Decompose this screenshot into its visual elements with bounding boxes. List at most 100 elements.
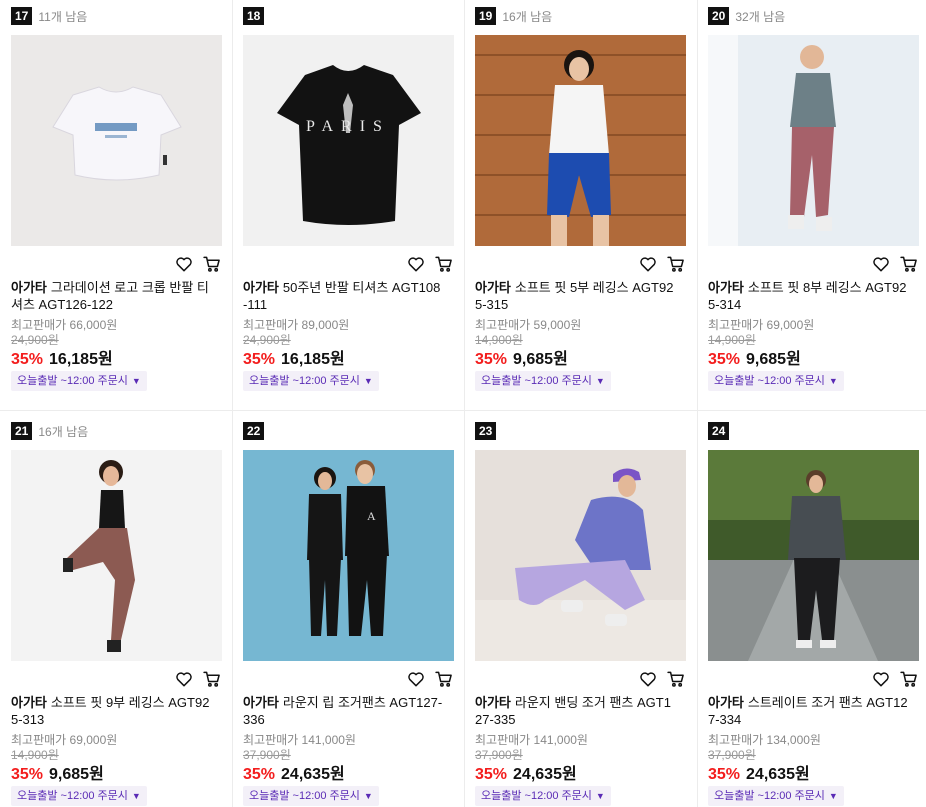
cart-icon[interactable] xyxy=(666,254,686,274)
product-image[interactable]: A xyxy=(243,450,454,661)
product-actions xyxy=(638,254,686,274)
max-price-label: 최고판매가 xyxy=(708,318,764,332)
product-title[interactable]: 아가타 50주년 반팔 티셔츠 AGT108-111 xyxy=(243,279,443,313)
product-card[interactable]: 22 A 아가타 라운지 립 조거팬츠 AGT127-336 최고판매가 141,0… xyxy=(232,415,464,807)
product-title[interactable]: 아가타 소프트 핏 5부 레깅스 AGT925-315 xyxy=(475,279,675,313)
product-title[interactable]: 아가타 소프트 핏 9부 레깅스 AGT925-313 xyxy=(11,694,211,728)
sale-price: 9,685원 xyxy=(513,351,568,368)
svg-text:PARIS: PARIS xyxy=(306,118,390,135)
product-title[interactable]: 아가타 라운지 립 조거팬츠 AGT127-336 xyxy=(243,694,443,728)
brand-name: 아가타 xyxy=(243,280,279,295)
product-card[interactable]: 19 16개 남음 아가타 소프트 핏 5부 레깅스 AGT925-315 최고판매가… xyxy=(464,0,696,405)
shipping-badge[interactable]: 오늘출발 ~12:00 주문시 ▼ xyxy=(11,371,147,391)
product-grid: 17 11개 남음 아가타 그라데이션 로고 크롭 반팔 티셔츠 AGT126-12… xyxy=(0,0,926,807)
rank-row: 17 11개 남음 xyxy=(11,7,87,25)
heart-icon[interactable] xyxy=(871,669,891,689)
product-actions xyxy=(638,669,686,689)
shipping-badge[interactable]: 오늘출발 ~12:00 주문시 ▼ xyxy=(475,371,611,391)
discount-rate: 35% xyxy=(708,766,741,783)
sale-price: 24,635원 xyxy=(281,766,345,783)
brand-name: 아가타 xyxy=(11,280,47,295)
cart-icon[interactable] xyxy=(434,669,454,689)
product-card[interactable]: 23 아가타 라운지 밴딩 조거 팬츠 AGT127-335 최고판매가 141,0… xyxy=(464,415,696,807)
brand-name: 아가타 xyxy=(475,280,511,295)
rank-badge: 21 xyxy=(11,422,33,440)
product-card[interactable]: 21 16개 남음 아가타 소프트 핏 9부 레깅스 AGT925-313 최고판매가… xyxy=(0,415,232,807)
product-title[interactable]: 아가타 그라데이션 로고 크롭 반팔 티셔츠 AGT126-122 xyxy=(11,279,211,313)
product-image[interactable]: PARIS xyxy=(243,35,454,246)
discount-rate: 35% xyxy=(243,766,276,783)
shipping-badge[interactable]: 오늘출발 ~12:00 주문시 ▼ xyxy=(708,786,844,806)
rank-badge: 24 xyxy=(708,422,730,440)
discount-rate: 35% xyxy=(475,766,508,783)
product-card[interactable]: 20 32개 남음 아가타 소프트 핏 8부 레깅스 AGT925-314 최고판매가… xyxy=(697,0,926,405)
product-image[interactable] xyxy=(708,35,919,246)
shipping-badge[interactable]: 오늘출발 ~12:00 주문시 ▼ xyxy=(11,786,147,806)
discount-rate: 35% xyxy=(11,351,44,368)
product-actions xyxy=(871,254,919,274)
cart-icon[interactable] xyxy=(899,254,919,274)
product-title[interactable]: 아가타 라운지 밴딩 조거 팬츠 AGT127-335 xyxy=(475,694,675,728)
heart-icon[interactable] xyxy=(638,669,658,689)
discount-rate: 35% xyxy=(475,351,508,368)
sale-price: 9,685원 xyxy=(49,766,104,783)
max-price-value: 141,000원 xyxy=(533,733,588,747)
rank-row: 20 32개 남음 xyxy=(708,7,785,25)
stock-remaining: 11개 남음 xyxy=(38,9,88,24)
rank-badge: 23 xyxy=(475,422,497,440)
product-image[interactable] xyxy=(11,450,222,661)
sale-price: 9,685원 xyxy=(746,351,801,368)
product-image[interactable] xyxy=(11,35,222,246)
product-image[interactable] xyxy=(475,450,686,661)
shipping-badge[interactable]: 오늘출발 ~12:00 주문시 ▼ xyxy=(708,371,844,391)
heart-icon[interactable] xyxy=(174,669,194,689)
product-title[interactable]: 아가타 스트레이트 조거 팬츠 AGT127-334 xyxy=(708,694,908,728)
heart-icon[interactable] xyxy=(638,254,658,274)
price-row: 35% 16,185원 xyxy=(243,345,345,369)
rank-row: 18 xyxy=(243,7,265,25)
sale-price: 24,635원 xyxy=(513,766,577,783)
cart-icon[interactable] xyxy=(899,669,919,689)
product-title[interactable]: 아가타 소프트 핏 8부 레깅스 AGT925-314 xyxy=(708,279,908,313)
price-row: 35% 24,635원 xyxy=(475,760,577,784)
max-price-value: 59,000원 xyxy=(533,318,582,332)
discount-rate: 35% xyxy=(11,766,44,783)
heart-icon[interactable] xyxy=(406,254,426,274)
max-price-value: 66,000원 xyxy=(69,318,118,332)
cart-icon[interactable] xyxy=(202,254,222,274)
sale-price: 16,185원 xyxy=(281,351,345,368)
max-price-value: 69,000원 xyxy=(69,733,118,747)
cart-icon[interactable] xyxy=(666,669,686,689)
sale-price: 16,185원 xyxy=(49,351,113,368)
product-image[interactable] xyxy=(708,450,919,661)
cart-icon[interactable] xyxy=(202,669,222,689)
rank-row: 24 xyxy=(708,422,730,440)
max-price-label: 최고판매가 xyxy=(708,733,764,747)
heart-icon[interactable] xyxy=(406,669,426,689)
caret-down-icon: ▼ xyxy=(828,376,838,386)
caret-down-icon: ▼ xyxy=(363,791,373,801)
max-price-label: 최고판매가 xyxy=(243,318,299,332)
shipping-badge[interactable]: 오늘출발 ~12:00 주문시 ▼ xyxy=(243,371,379,391)
caret-down-icon: ▼ xyxy=(595,376,605,386)
caret-down-icon: ▼ xyxy=(131,376,141,386)
max-price-label: 최고판매가 xyxy=(11,318,67,332)
max-price-label: 최고판매가 xyxy=(243,733,299,747)
shipping-badge[interactable]: 오늘출발 ~12:00 주문시 ▼ xyxy=(243,786,379,806)
cart-icon[interactable] xyxy=(434,254,454,274)
stock-remaining: 16개 남음 xyxy=(38,424,89,439)
rank-row: 22 xyxy=(243,422,265,440)
rank-row: 19 16개 남음 xyxy=(475,7,552,25)
brand-name: 아가타 xyxy=(11,695,47,710)
product-card[interactable]: 18 PARIS 아가타 50주년 반팔 티셔츠 AGT108-111 최고판매가 8… xyxy=(232,0,464,405)
rank-row: 21 16개 남음 xyxy=(11,422,88,440)
product-image[interactable] xyxy=(475,35,686,246)
heart-icon[interactable] xyxy=(871,254,891,274)
stock-remaining: 16개 남음 xyxy=(502,9,553,24)
price-row: 35% 9,685원 xyxy=(708,345,801,369)
shipping-badge[interactable]: 오늘출발 ~12:00 주문시 ▼ xyxy=(475,786,611,806)
product-actions xyxy=(174,669,222,689)
product-card[interactable]: 24 아가타 스트레이트 조거 팬츠 AGT127-334 최고판매가 134,00… xyxy=(697,415,926,807)
heart-icon[interactable] xyxy=(174,254,194,274)
product-card[interactable]: 17 11개 남음 아가타 그라데이션 로고 크롭 반팔 티셔츠 AGT126-12… xyxy=(0,0,232,405)
